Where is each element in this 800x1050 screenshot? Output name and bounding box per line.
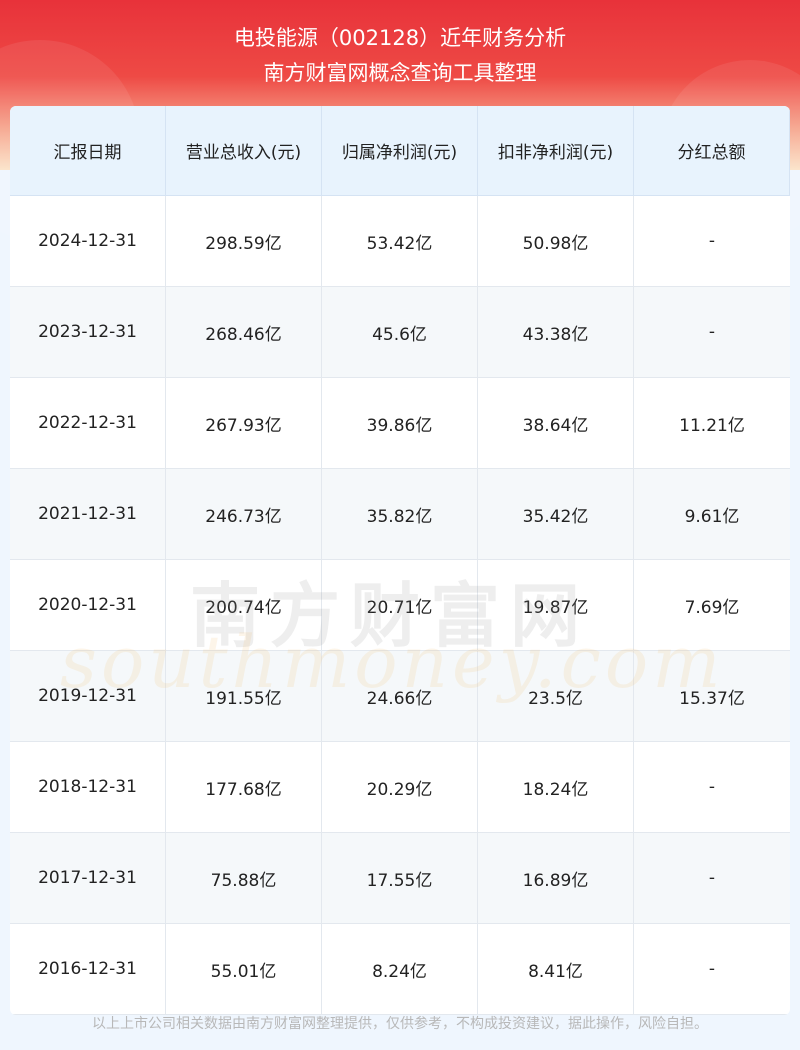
cell-dividend: 7.69亿 xyxy=(684,597,740,618)
cell-deducted-net-profit: 19.87亿 xyxy=(478,560,634,650)
column-header-dividend: 分红总额 xyxy=(634,106,790,195)
cell-net-profit: 17.55亿 xyxy=(322,833,478,923)
cell-dividend: - xyxy=(708,322,716,342)
cell-net-profit: 35.82亿 xyxy=(322,469,478,559)
table-row: 2016-12-31 55.01亿 8.24亿 8.41亿 - xyxy=(10,924,790,1015)
cell-date: 2022-12-31 xyxy=(10,378,166,468)
cell-net-profit: 53.42亿 xyxy=(322,196,478,286)
cell-dividend: 15.37亿 xyxy=(679,688,745,709)
cell-date: 2020-12-31 xyxy=(10,560,166,650)
cell-revenue: 75.88亿 xyxy=(166,833,322,923)
cell-deducted-net-profit: 35.42亿 xyxy=(478,469,634,559)
table-row: 2017-12-31 75.88亿 17.55亿 16.89亿 - xyxy=(10,833,790,924)
cell-net-profit: 39.86亿 xyxy=(322,378,478,468)
cell-revenue: 268.46亿 xyxy=(166,287,322,377)
column-header-net-profit: 归属净利润(元) xyxy=(322,106,478,195)
cell-net-profit: 20.71亿 xyxy=(322,560,478,650)
cell-dividend: - xyxy=(708,777,716,797)
cell-deducted-net-profit: 16.89亿 xyxy=(478,833,634,923)
cell-net-profit: 24.66亿 xyxy=(322,651,478,741)
cell-dividend: - xyxy=(708,959,716,979)
table-row: 2024-12-31 298.59亿 53.42亿 50.98亿 - xyxy=(10,196,790,287)
cell-revenue: 177.68亿 xyxy=(166,742,322,832)
cell-revenue: 55.01亿 xyxy=(166,924,322,1014)
cell-date: 2016-12-31 xyxy=(10,924,166,1014)
cell-net-profit: 20.29亿 xyxy=(322,742,478,832)
cell-revenue: 246.73亿 xyxy=(166,469,322,559)
table-row: 2019-12-31 191.55亿 24.66亿 23.5亿 15.37亿 xyxy=(10,651,790,742)
cell-revenue: 267.93亿 xyxy=(166,378,322,468)
table-header-row: 汇报日期 营业总收入(元) 归属净利润(元) 扣非净利润(元) 分红总额 xyxy=(10,106,790,196)
column-header-date: 汇报日期 xyxy=(10,106,166,195)
table-row: 2023-12-31 268.46亿 45.6亿 43.38亿 - xyxy=(10,287,790,378)
column-header-revenue: 营业总收入(元) xyxy=(166,106,322,195)
cell-revenue: 298.59亿 xyxy=(166,196,322,286)
cell-dividend: - xyxy=(708,868,716,888)
cell-deducted-net-profit: 18.24亿 xyxy=(478,742,634,832)
cell-deducted-net-profit: 43.38亿 xyxy=(478,287,634,377)
cell-dividend: 9.61亿 xyxy=(684,506,740,527)
page-title: 电投能源（002128）近年财务分析 xyxy=(233,26,567,50)
cell-revenue: 191.55亿 xyxy=(166,651,322,741)
disclaimer: 以上上市公司相关数据由南方财富网整理提供，仅供参考，不构成投资建议，据此操作，风… xyxy=(92,1016,708,1032)
table-row: 2020-12-31 200.74亿 20.71亿 19.87亿 7.69亿 xyxy=(10,560,790,651)
cell-net-profit: 8.24亿 xyxy=(322,924,478,1014)
cell-deducted-net-profit: 50.98亿 xyxy=(478,196,634,286)
column-header-deducted-net-profit: 扣非净利润(元) xyxy=(478,106,634,195)
table-row: 2022-12-31 267.93亿 39.86亿 38.64亿 11.21亿 xyxy=(10,378,790,469)
cell-date: 2021-12-31 xyxy=(10,469,166,559)
cell-revenue: 200.74亿 xyxy=(166,560,322,650)
cell-date: 2018-12-31 xyxy=(10,742,166,832)
page-subtitle: 南方财富网概念查询工具整理 xyxy=(263,61,537,85)
cell-deducted-net-profit: 8.41亿 xyxy=(478,924,634,1014)
cell-date: 2019-12-31 xyxy=(10,651,166,741)
cell-date: 2024-12-31 xyxy=(10,196,166,286)
cell-date: 2023-12-31 xyxy=(10,287,166,377)
cell-dividend: - xyxy=(708,231,716,251)
cell-deducted-net-profit: 23.5亿 xyxy=(478,651,634,741)
table-row: 2021-12-31 246.73亿 35.82亿 35.42亿 9.61亿 xyxy=(10,469,790,560)
cell-dividend: 11.21亿 xyxy=(679,415,745,436)
financial-table: 汇报日期 营业总收入(元) 归属净利润(元) 扣非净利润(元) 分红总额 202… xyxy=(10,106,790,1015)
cell-date: 2017-12-31 xyxy=(10,833,166,923)
cell-deducted-net-profit: 38.64亿 xyxy=(478,378,634,468)
cell-net-profit: 45.6亿 xyxy=(322,287,478,377)
table-row: 2018-12-31 177.68亿 20.29亿 18.24亿 - xyxy=(10,742,790,833)
